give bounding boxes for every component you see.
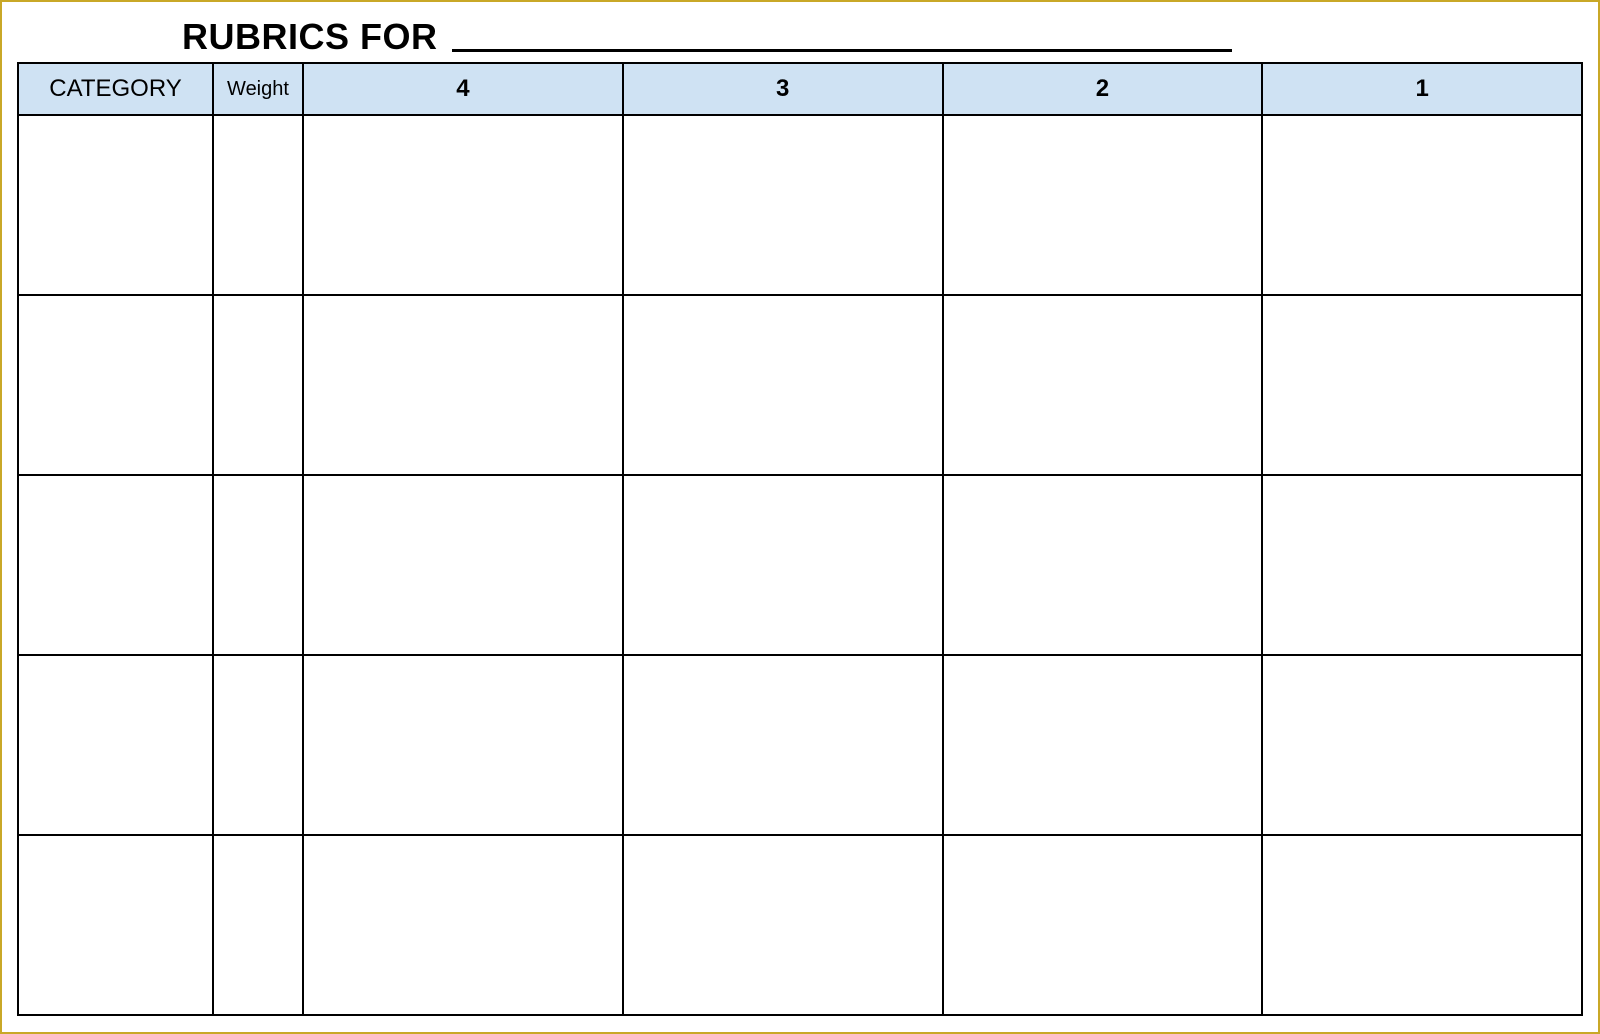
page-title: RUBRICS FOR	[182, 16, 438, 58]
cell-weight	[213, 295, 303, 475]
cell-score-4	[303, 655, 623, 835]
cell-score-2	[943, 295, 1263, 475]
cell-score-1	[1262, 295, 1582, 475]
title-row: RUBRICS FOR	[182, 8, 1578, 58]
cell-category	[18, 295, 213, 475]
cell-score-3	[623, 295, 943, 475]
cell-score-1	[1262, 655, 1582, 835]
cell-score-3	[623, 475, 943, 655]
cell-score-1	[1262, 115, 1582, 295]
header-row: CATEGORY Weight 4 3 2 1	[18, 63, 1582, 115]
cell-score-3	[623, 655, 943, 835]
header-score-4: 4	[303, 63, 623, 115]
cell-score-2	[943, 115, 1263, 295]
cell-score-1	[1262, 835, 1582, 1015]
cell-score-4	[303, 475, 623, 655]
header-category: CATEGORY	[18, 63, 213, 115]
header-score-2: 2	[943, 63, 1263, 115]
table-row	[18, 835, 1582, 1015]
rubric-table: CATEGORY Weight 4 3 2 1	[17, 62, 1583, 1016]
cell-score-2	[943, 655, 1263, 835]
cell-score-3	[623, 115, 943, 295]
cell-score-4	[303, 295, 623, 475]
cell-score-2	[943, 835, 1263, 1015]
table-row	[18, 295, 1582, 475]
header-weight: Weight	[213, 63, 303, 115]
cell-category	[18, 655, 213, 835]
cell-weight	[213, 835, 303, 1015]
cell-score-4	[303, 835, 623, 1015]
cell-weight	[213, 655, 303, 835]
cell-score-1	[1262, 475, 1582, 655]
cell-category	[18, 835, 213, 1015]
header-score-1: 1	[1262, 63, 1582, 115]
cell-score-4	[303, 115, 623, 295]
page-frame: RUBRICS FOR CATEGORY Weight 4 3 2 1	[0, 0, 1600, 1034]
cell-score-3	[623, 835, 943, 1015]
cell-weight	[213, 475, 303, 655]
cell-weight	[213, 115, 303, 295]
header-score-3: 3	[623, 63, 943, 115]
table-row	[18, 475, 1582, 655]
table-row	[18, 115, 1582, 295]
title-blank-line	[452, 49, 1232, 52]
cell-category	[18, 475, 213, 655]
table-row	[18, 655, 1582, 835]
cell-category	[18, 115, 213, 295]
cell-score-2	[943, 475, 1263, 655]
